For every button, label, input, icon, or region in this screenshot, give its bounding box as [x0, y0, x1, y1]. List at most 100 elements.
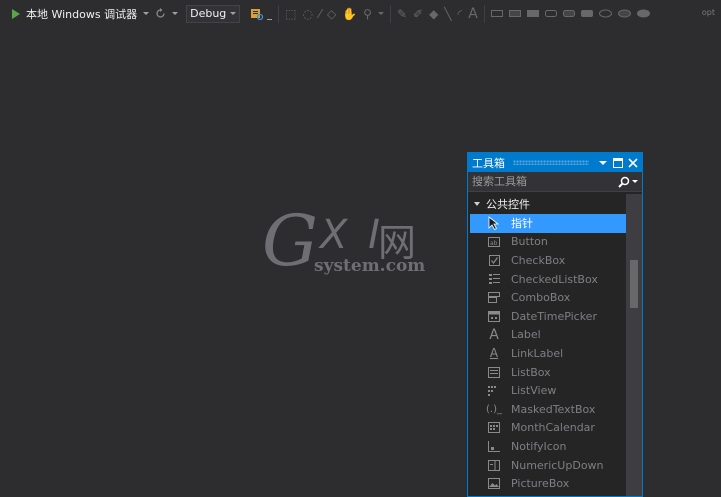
monthcalendar-icon	[487, 421, 501, 435]
eyedropper-icon[interactable]: ⁄	[319, 8, 321, 20]
rectangle-outline-icon[interactable]	[490, 9, 503, 18]
list-item[interactable]: ListView	[470, 381, 626, 400]
text-icon[interactable]: A	[468, 7, 478, 21]
list-item[interactable]: A LinkLabel	[470, 344, 626, 363]
ellipse-filled-outline-icon[interactable]	[617, 9, 631, 18]
zoom-icon[interactable]: ⚲	[363, 8, 372, 20]
start-debugging-button[interactable]: 本地 Windows 调试器	[12, 4, 150, 24]
listbox-icon	[487, 365, 501, 379]
list-item[interactable]: NumericUpDown	[470, 456, 626, 475]
toolbox-panel: 工具箱 公共控件 指针 ab Button	[467, 152, 643, 497]
refresh-button[interactable]	[155, 4, 179, 24]
scrollbar-thumb[interactable]	[630, 260, 638, 308]
toolbox-title: 工具箱	[472, 156, 505, 170]
listview-icon	[487, 384, 501, 398]
group-label: 公共控件	[486, 198, 530, 211]
item-label: MonthCalendar	[511, 421, 595, 435]
close-icon	[628, 157, 638, 168]
list-item[interactable]: A Label	[470, 326, 626, 345]
curve-icon[interactable]: ◜	[458, 8, 463, 20]
item-label: DateTimePicker	[511, 309, 597, 323]
toolbox-item-list: 公共控件 指针 ab Button CheckBox CheckedListBo…	[468, 194, 626, 493]
button-icon: ab	[487, 235, 501, 249]
maximize-button[interactable]	[612, 156, 624, 170]
toolbox-search-bar	[468, 172, 642, 192]
list-item[interactable]: ComboBox	[470, 288, 626, 307]
numericupdown-icon	[487, 458, 501, 472]
fill-icon[interactable]: ◆	[429, 8, 438, 20]
line-icon[interactable]: ╲	[444, 8, 451, 20]
item-label: MaskedTextBox	[511, 402, 596, 416]
chevron-down-icon	[230, 12, 237, 15]
list-item[interactable]: DateTimePicker	[470, 307, 626, 326]
toolbar-overflow-label[interactable]: opt	[702, 8, 715, 17]
list-item[interactable]: ListBox	[470, 363, 626, 382]
rectangle-select-icon[interactable]: ⬚	[285, 8, 296, 20]
list-item[interactable]: CheckedListBox	[470, 270, 626, 289]
item-label: ListBox	[511, 365, 551, 379]
pencil-icon[interactable]: ✎	[397, 8, 407, 20]
list-item[interactable]: CheckBox	[470, 251, 626, 270]
close-button[interactable]	[627, 156, 639, 170]
item-label: NumericUpDown	[511, 458, 604, 472]
item-label: CheckedListBox	[511, 272, 598, 286]
chevron-down-icon[interactable]	[377, 12, 384, 15]
overflow-dropdown-icon[interactable]	[267, 19, 273, 20]
expand-triangle-icon[interactable]	[474, 202, 480, 206]
item-label: PictureBox	[511, 477, 570, 491]
item-label: ComboBox	[511, 291, 571, 305]
brush-icon[interactable]: ✐	[413, 8, 423, 20]
list-item[interactable]: NotifyIcon	[470, 437, 626, 456]
rectangle-filled-icon[interactable]	[526, 9, 539, 18]
label-icon: A	[489, 326, 499, 343]
watermark-logo: G X I 网 system.com	[262, 200, 432, 286]
run-label: 本地 Windows 调试器	[26, 7, 138, 21]
drag-grip[interactable]	[513, 160, 589, 165]
list-item[interactable]: PictureBox	[470, 474, 626, 493]
list-item[interactable]: ab Button	[470, 233, 626, 252]
window-position-menu-button[interactable]	[597, 156, 609, 170]
group-header-common-controls[interactable]: 公共控件	[468, 194, 626, 214]
toolbar-separator	[483, 4, 485, 23]
find-in-files-icon	[251, 8, 264, 20]
item-label: 指针	[511, 217, 533, 231]
rounded-rectangle-outline-icon[interactable]	[544, 9, 557, 18]
ellipse-filled-icon[interactable]	[636, 9, 650, 18]
combobox-icon	[487, 291, 501, 305]
datetimepicker-icon	[487, 309, 501, 323]
toolbar-separator	[278, 4, 280, 23]
rounded-rectangle-filled-icon[interactable]	[580, 9, 593, 18]
watermark-letters-xi: X I	[320, 212, 384, 258]
eraser-icon[interactable]: ◇	[327, 8, 336, 20]
maximize-icon	[613, 157, 623, 168]
list-item[interactable]: (.)_ MaskedTextBox	[470, 400, 626, 419]
find-in-files-button[interactable]	[250, 4, 273, 24]
item-label: NotifyIcon	[511, 439, 567, 453]
chevron-down-icon[interactable]	[143, 12, 150, 15]
chevron-down-icon	[632, 180, 638, 183]
list-item[interactable]: 指针	[470, 214, 626, 233]
solution-configuration-select[interactable]: Debug	[186, 4, 241, 23]
list-item[interactable]: MonthCalendar	[470, 419, 626, 438]
chevron-down-icon[interactable]	[172, 12, 179, 15]
dropdown-arrow-icon	[599, 160, 607, 165]
checkedlistbox-icon	[487, 272, 501, 286]
play-icon	[12, 8, 20, 19]
lasso-select-icon[interactable]: ◌	[302, 8, 312, 20]
toolbox-scrollbar[interactable]	[626, 194, 642, 496]
ellipse-outline-icon[interactable]	[598, 9, 612, 18]
maskedtextbox-icon: (.)_	[486, 403, 502, 415]
config-value: Debug	[190, 7, 227, 20]
item-label: Label	[511, 328, 541, 342]
checkbox-icon	[487, 253, 501, 267]
search-options-button[interactable]	[618, 176, 638, 188]
watermark-subtitle: system.com	[314, 256, 426, 276]
refresh-icon	[156, 8, 165, 18]
item-label: Button	[511, 235, 548, 249]
rounded-rectangle-filled-outline-icon[interactable]	[562, 9, 575, 18]
rectangle-filled-outline-icon[interactable]	[508, 9, 521, 18]
pan-hand-icon[interactable]: ✋	[342, 8, 357, 20]
item-label: LinkLabel	[511, 346, 564, 360]
toolbox-search-input[interactable]	[472, 175, 602, 188]
toolbox-title-bar[interactable]: 工具箱	[468, 153, 642, 172]
